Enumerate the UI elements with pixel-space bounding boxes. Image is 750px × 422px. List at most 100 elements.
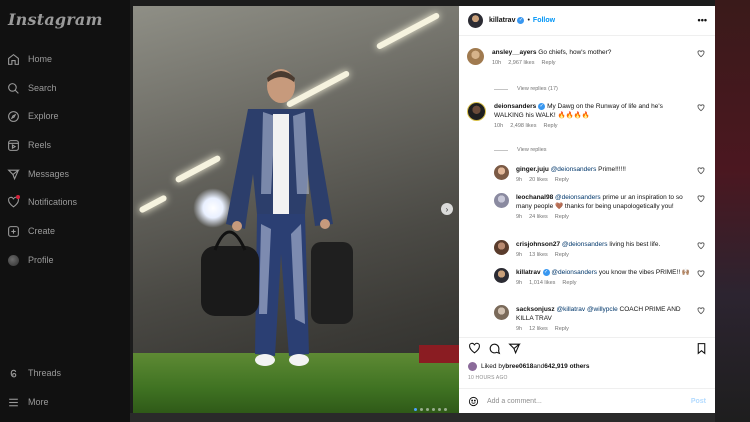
sidebar-item-label: Create <box>28 226 56 236</box>
comment-time: 10h <box>494 123 504 129</box>
like-comment-heart-icon[interactable] <box>697 270 705 278</box>
like-comment-heart-icon[interactable] <box>697 195 705 203</box>
reply-button[interactable]: Reply <box>555 177 569 183</box>
comment-text: you know the vibes PRIME!! 🙌🏽 <box>597 269 691 276</box>
compass-icon <box>6 109 20 123</box>
comment-likes[interactable]: 12 likes <box>529 326 548 332</box>
comment-likes[interactable]: 13 likes <box>529 252 548 258</box>
reply-button[interactable]: Reply <box>555 326 569 332</box>
comment-username[interactable]: sacksonjusz <box>516 306 555 313</box>
mention-link[interactable]: @willypcle <box>587 306 618 313</box>
like-comment-heart-icon[interactable] <box>697 104 705 112</box>
carousel-next-button[interactable]: › <box>441 203 453 215</box>
separator-dot: • <box>527 17 530 24</box>
author-username[interactable]: killatrav <box>489 17 515 24</box>
more-options-icon[interactable]: ••• <box>698 15 707 25</box>
comment-bubble-icon[interactable] <box>488 342 501 355</box>
mention-link[interactable]: @deionsanders <box>555 194 601 201</box>
sidebar-item-explore[interactable]: Explore <box>6 106 59 126</box>
reply-button[interactable]: Reply <box>555 214 569 220</box>
comments-list[interactable]: ansley__ayers Go chiefs, how's mother? 1… <box>459 37 715 337</box>
sidebar-item-search[interactable]: Search <box>6 78 57 98</box>
post-photo[interactable] <box>133 6 459 413</box>
carousel-indicator <box>414 408 447 411</box>
emoji-icon[interactable] <box>468 396 479 407</box>
like-comment-heart-icon[interactable] <box>697 167 705 175</box>
carousel-dot <box>432 408 435 411</box>
sidebar-item-label: Home <box>28 54 53 64</box>
post-actions <box>459 337 715 357</box>
sidebar-item-reels[interactable]: Reels <box>6 135 51 155</box>
feed-background-bottom <box>130 413 715 422</box>
mention-link[interactable]: @deionsanders <box>551 269 597 276</box>
commenter-avatar[interactable] <box>494 268 509 283</box>
comment-username[interactable]: leochanal98 <box>516 194 553 201</box>
sidebar-item-threads[interactable]: Threads <box>6 363 61 383</box>
sidebar-item-create[interactable]: Create <box>6 221 55 241</box>
profile-avatar <box>6 253 20 267</box>
mention-link[interactable]: @killatrav <box>556 306 585 313</box>
comment-username[interactable]: crisjohnson27 <box>516 241 560 248</box>
sidebar-item-label: Reels <box>28 140 52 150</box>
like-comment-heart-icon[interactable] <box>697 50 705 58</box>
comment-time: 10h <box>492 60 502 66</box>
sidebar-item-profile[interactable]: Profile <box>6 250 54 270</box>
comment-username[interactable]: killatrav <box>516 269 541 276</box>
liked-by-middle: and <box>533 363 545 370</box>
sidebar-item-notifications[interactable]: Notifications <box>6 192 77 212</box>
comment-text: living his best life. <box>607 241 661 248</box>
instagram-logo[interactable]: Instagram <box>8 10 103 29</box>
comment-likes[interactable]: 2,498 likes <box>510 123 536 129</box>
mention-link[interactable]: @deionsanders <box>562 241 608 248</box>
view-replies-label: View replies <box>517 147 547 153</box>
like-comment-heart-icon[interactable] <box>697 307 705 315</box>
comment-text: Go chiefs, how's mother? <box>538 49 612 56</box>
commenter-avatar[interactable] <box>467 102 486 121</box>
liker-username[interactable]: bree0618 <box>505 363 533 370</box>
likes-count[interactable]: 642,919 others <box>544 363 589 370</box>
commenter-avatar[interactable] <box>494 305 509 320</box>
comment-time: 9h <box>516 280 523 286</box>
post-timestamp[interactable]: 10 HOURS AGO <box>468 375 508 381</box>
mention-link[interactable]: @deionsanders <box>551 166 597 173</box>
post-comment-button[interactable]: Post <box>691 398 706 405</box>
commenter-avatar[interactable] <box>494 240 509 255</box>
reply-button[interactable]: Reply <box>562 280 576 286</box>
follow-button[interactable]: Follow <box>533 17 555 24</box>
comment-likes[interactable]: 24 likes <box>529 214 548 220</box>
comment-input[interactable]: Add a comment... <box>487 398 542 405</box>
view-replies-button[interactable]: View replies <box>494 147 547 153</box>
sidebar-item-messages[interactable]: Messages <box>6 164 69 184</box>
sidebar-item-label: Search <box>28 83 57 93</box>
commenter-avatar[interactable] <box>467 48 484 65</box>
sidebar-item-label: Threads <box>28 368 62 378</box>
reply-button[interactable]: Reply <box>543 123 557 129</box>
reply-button[interactable]: Reply <box>541 60 555 66</box>
comment-likes[interactable]: 2,967 likes <box>508 60 534 66</box>
sidebar-item-home[interactable]: Home <box>6 49 52 69</box>
red-tarp <box>419 345 459 363</box>
comment-username[interactable]: ansley__ayers <box>492 49 536 56</box>
reply-comment: ginger.juju @deionsanders Prime!!!!!! 9h… <box>494 165 707 183</box>
comment-likes[interactable]: 20 likes <box>529 177 548 183</box>
view-replies-button[interactable]: View replies (17) <box>494 86 558 92</box>
comment-likes[interactable]: 1,014 likes <box>529 280 555 286</box>
sidebar-item-more[interactable]: More <box>6 392 49 412</box>
comment-username[interactable]: ginger.juju <box>516 166 549 173</box>
carousel-dot <box>438 408 441 411</box>
commenter-avatar[interactable] <box>494 165 509 180</box>
liker-avatar[interactable] <box>468 362 477 371</box>
share-paper-plane-icon[interactable] <box>508 342 521 355</box>
messenger-icon <box>6 167 20 181</box>
ceiling-light <box>138 194 168 214</box>
like-heart-icon[interactable] <box>468 342 481 355</box>
reply-button[interactable]: Reply <box>555 252 569 258</box>
comment-username[interactable]: deionsanders <box>494 103 536 110</box>
verified-badge-icon: ✓ <box>542 268 550 276</box>
like-comment-heart-icon[interactable] <box>697 242 705 250</box>
threads-icon <box>6 366 20 380</box>
commenter-avatar[interactable] <box>494 193 509 208</box>
author-avatar[interactable] <box>468 13 483 28</box>
bookmark-icon[interactable] <box>695 342 708 355</box>
ceiling-light <box>375 11 441 51</box>
